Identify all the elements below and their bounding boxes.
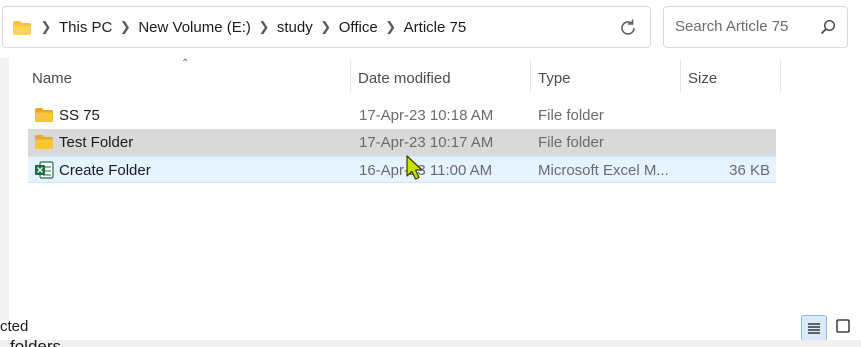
large-icons-view-button[interactable] [832,315,858,341]
column-divider[interactable] [680,60,681,92]
breadcrumb-office[interactable]: Office [335,17,382,38]
column-header-date-label: Date modified [358,69,451,87]
file-name: Create Folder [59,162,151,179]
navigation-pane-edge [0,58,9,320]
chevron-right-icon[interactable]: ❯ [382,19,400,35]
search-input[interactable] [673,17,817,36]
file-type: Microsoft Excel M... [538,162,669,179]
search-box[interactable] [663,6,848,48]
breadcrumb-this-pc[interactable]: This PC [55,17,116,38]
chevron-right-icon[interactable]: ❯ [116,19,134,35]
chevron-right-icon[interactable]: ❯ [317,19,335,35]
file-row-create-folder[interactable]: Create Folder 16-Apr-23 11:00 AM Microso… [28,156,776,183]
mouse-cursor-icon [406,155,423,180]
column-header-type[interactable]: Type [534,64,679,92]
large-icons-view-icon [836,319,850,333]
chevron-right-icon[interactable]: ❯ [37,19,55,35]
column-divider[interactable] [530,60,531,92]
refresh-icon[interactable] [617,17,639,39]
file-date: 16-Apr-23 11:00 AM [359,162,493,179]
address-bar[interactable]: ❯ This PC ❯ New Volume (E:) ❯ study ❯ Of… [2,6,651,48]
breadcrumb-study[interactable]: study [273,17,317,38]
column-header-size-label: Size [688,69,718,87]
column-header-date[interactable]: Date modified [354,64,529,92]
breadcrumb-new-volume[interactable]: New Volume (E:) [134,17,255,38]
column-divider[interactable] [780,60,781,92]
status-bar-text: cted [0,318,29,335]
search-icon[interactable] [820,19,836,35]
breadcrumb-article-75[interactable]: Article 75 [400,17,471,38]
folder-icon [35,108,53,122]
file-name: Test Folder [59,134,134,151]
file-size [680,129,770,156]
column-header-type-label: Type [538,69,571,87]
file-type: File folder [538,107,604,124]
file-row-test-folder[interactable]: Test Folder 17-Apr-23 10:17 AM File fold… [28,129,776,156]
details-view-button[interactable] [801,315,827,341]
column-header-name[interactable]: Name [28,64,348,92]
column-header-name-label: Name [32,69,73,87]
file-date: 17-Apr-23 10:18 AM [359,107,494,124]
folder-icon [13,21,31,35]
file-type: File folder [538,134,604,151]
file-date: 17-Apr-23 10:17 AM [359,134,494,151]
breadcrumb: ❯ This PC ❯ New Volume (E:) ❯ study ❯ Of… [37,7,470,47]
file-size [680,102,770,129]
excel-file-icon [35,161,54,179]
chevron-right-icon[interactable]: ❯ [255,19,273,35]
file-name: SS 75 [59,107,100,124]
file-size: 36 KB [729,162,770,179]
details-view-icon [808,323,820,334]
document-text-fragment: folders [10,339,61,347]
folder-icon [35,135,53,149]
column-divider[interactable] [350,60,351,92]
file-row-ss-75[interactable]: SS 75 17-Apr-23 10:18 AM File folder [28,102,776,129]
document-background [0,340,861,347]
column-header-size[interactable]: Size [684,64,779,92]
